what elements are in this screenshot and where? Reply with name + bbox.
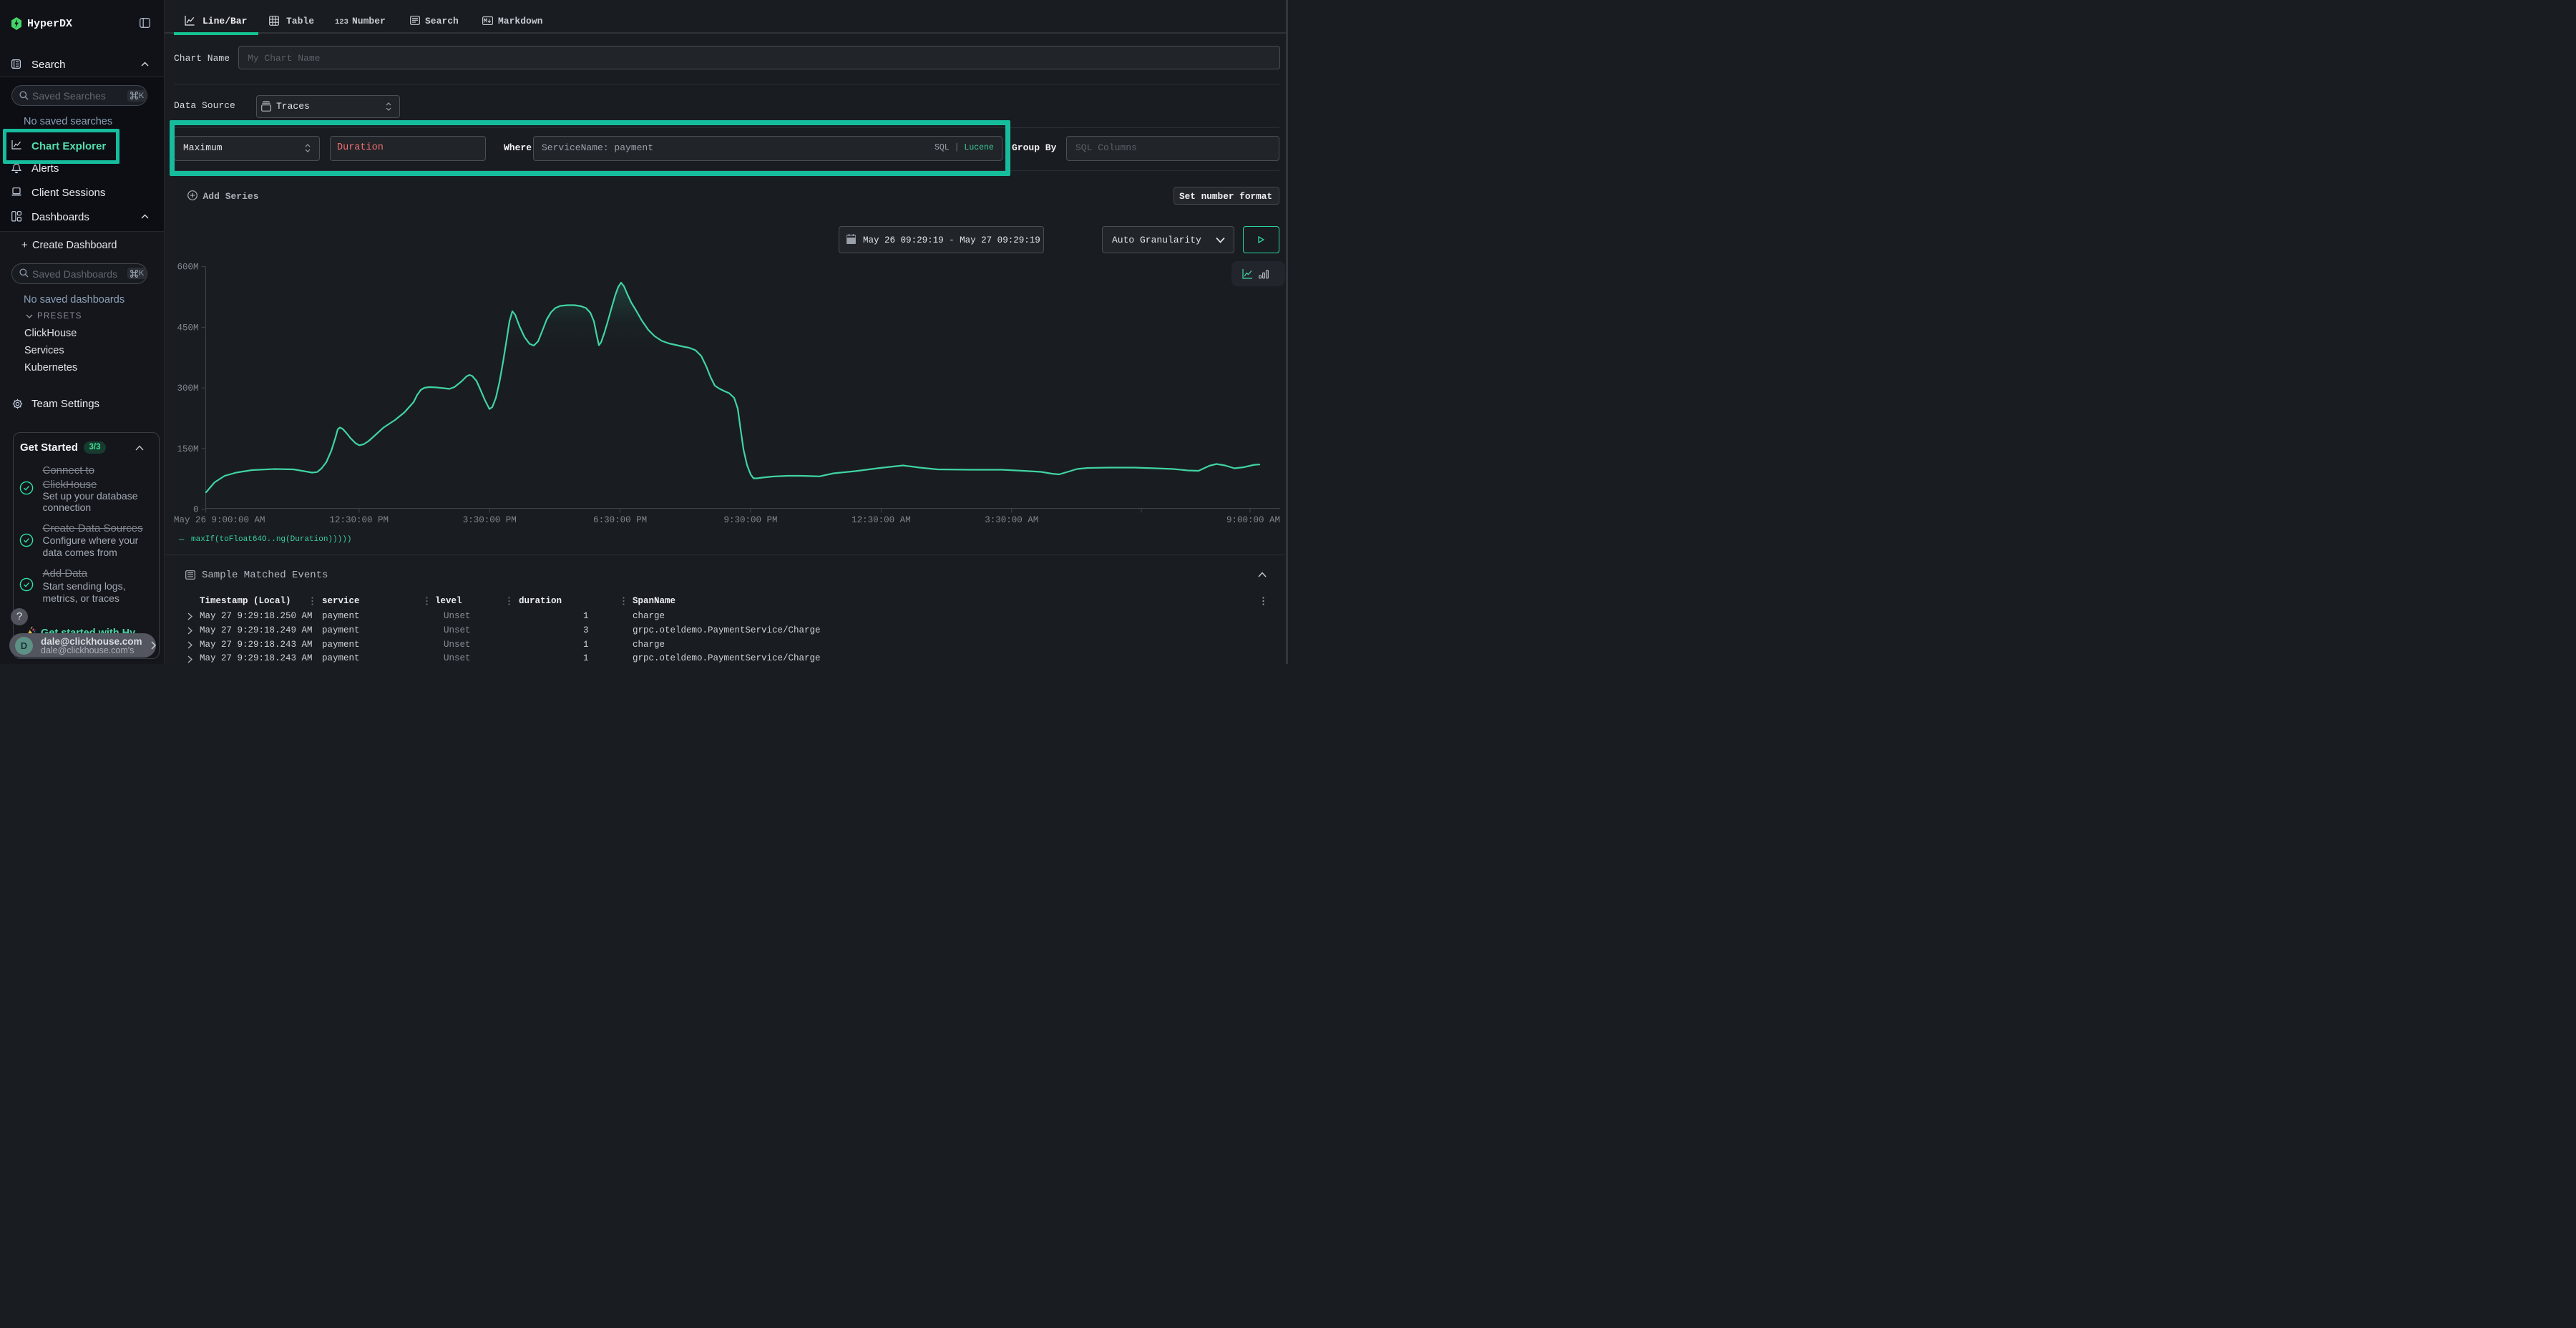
svg-text:600M: 600M — [177, 263, 198, 273]
svg-text:6:30:00 PM: 6:30:00 PM — [593, 515, 647, 525]
svg-text:12:30:00 PM: 12:30:00 PM — [330, 515, 389, 525]
svg-text:450M: 450M — [177, 323, 198, 333]
svg-text:150M: 150M — [177, 444, 198, 454]
svg-text:May 26 9:00:00 AM: May 26 9:00:00 AM — [174, 515, 265, 525]
svg-text:12:30:00 AM: 12:30:00 AM — [852, 515, 911, 525]
svg-text:9:00:00 AM: 9:00:00 AM — [1226, 515, 1280, 525]
svg-text:9:30:00 PM: 9:30:00 PM — [723, 515, 777, 525]
svg-text:300M: 300M — [177, 384, 198, 394]
svg-text:0: 0 — [193, 505, 199, 515]
svg-text:3:30:00 AM: 3:30:00 AM — [985, 515, 1038, 525]
svg-text:3:30:00 PM: 3:30:00 PM — [463, 515, 517, 525]
